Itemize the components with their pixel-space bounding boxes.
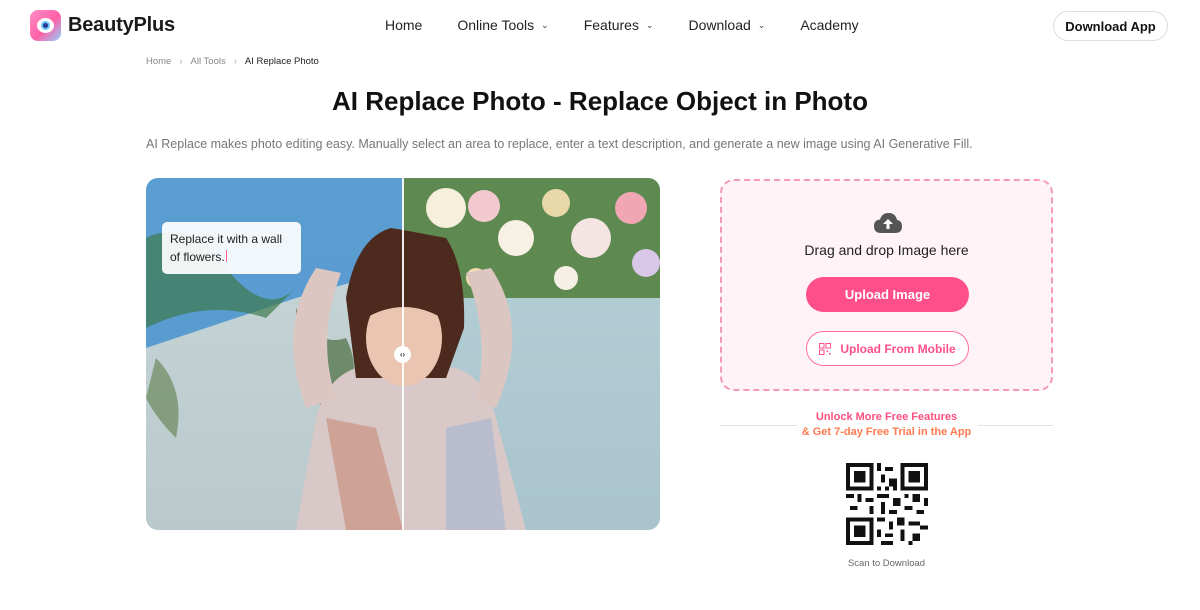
breadcrumb-home[interactable]: Home bbox=[146, 56, 171, 67]
nav-download[interactable]: Download ⌄ bbox=[689, 17, 766, 33]
qr-code-icon bbox=[819, 342, 832, 355]
cloud-upload-icon bbox=[874, 213, 902, 233]
drag-drop-text: Drag and drop Image here bbox=[804, 242, 969, 258]
replace-prompt-caption: Replace it with a wall of flowers. bbox=[162, 222, 301, 274]
breadcrumb: Home › All Tools › AI Replace Photo bbox=[146, 56, 319, 67]
brand-logo[interactable]: BeautyPlus bbox=[30, 10, 175, 41]
chevron-right-icon: › bbox=[233, 56, 237, 67]
nav-home-label: Home bbox=[385, 17, 423, 33]
main-nav: Home Online Tools ⌄ Features ⌄ Download ⌄ A… bbox=[385, 17, 894, 33]
camera-logo-icon bbox=[30, 10, 61, 41]
chevron-down-icon: ⌄ bbox=[645, 19, 654, 30]
chevron-right-icon: › bbox=[179, 56, 183, 67]
site-header: BeautyPlus Home Online Tools ⌄ Features ⌄ … bbox=[0, 0, 1200, 52]
compare-slider-handle-icon[interactable]: ‹› bbox=[394, 346, 411, 363]
nav-academy[interactable]: Academy bbox=[800, 17, 858, 33]
brand-name: BeautyPlus bbox=[68, 14, 175, 36]
nav-online-tools[interactable]: Online Tools ⌄ bbox=[457, 17, 548, 33]
breadcrumb-all-tools[interactable]: All Tools bbox=[191, 56, 226, 67]
upload-dropzone[interactable]: Drag and drop Image here Upload Image Up… bbox=[720, 179, 1053, 391]
nav-academy-label: Academy bbox=[800, 17, 859, 33]
upload-from-mobile-label: Upload From Mobile bbox=[840, 341, 956, 356]
page-description: AI Replace makes photo editing easy. Man… bbox=[146, 137, 973, 151]
page-title: AI Replace Photo - Replace Object in Pho… bbox=[332, 86, 868, 116]
chevron-down-icon: ⌄ bbox=[541, 19, 549, 30]
app-promo-text: Unlock More Free Features & Get 7-day Fr… bbox=[720, 410, 1053, 440]
upload-image-button[interactable]: Upload Image bbox=[806, 277, 969, 312]
nav-download-label: Download bbox=[688, 17, 751, 33]
scan-to-download-label: Scan to Download bbox=[847, 558, 926, 569]
text-cursor-icon bbox=[225, 250, 227, 262]
nav-features-label: Features bbox=[583, 17, 639, 33]
promo-line-2: & Get 7-day Free Trial in the App bbox=[801, 426, 972, 438]
download-app-button[interactable]: Download App bbox=[1053, 11, 1168, 41]
nav-online-tools-label: Online Tools bbox=[457, 17, 535, 33]
chevron-down-icon: ⌄ bbox=[757, 19, 766, 30]
download-qr-code bbox=[846, 463, 928, 545]
before-after-demo-image[interactable]: Replace it with a wall of flowers. ‹› bbox=[146, 178, 660, 530]
nav-features[interactable]: Features ⌄ bbox=[584, 17, 654, 33]
nav-home[interactable]: Home bbox=[385, 17, 422, 33]
promo-line-1: Unlock More Free Features bbox=[815, 411, 958, 423]
breadcrumb-current: AI Replace Photo bbox=[244, 56, 319, 67]
upload-from-mobile-button[interactable]: Upload From Mobile bbox=[806, 331, 969, 366]
